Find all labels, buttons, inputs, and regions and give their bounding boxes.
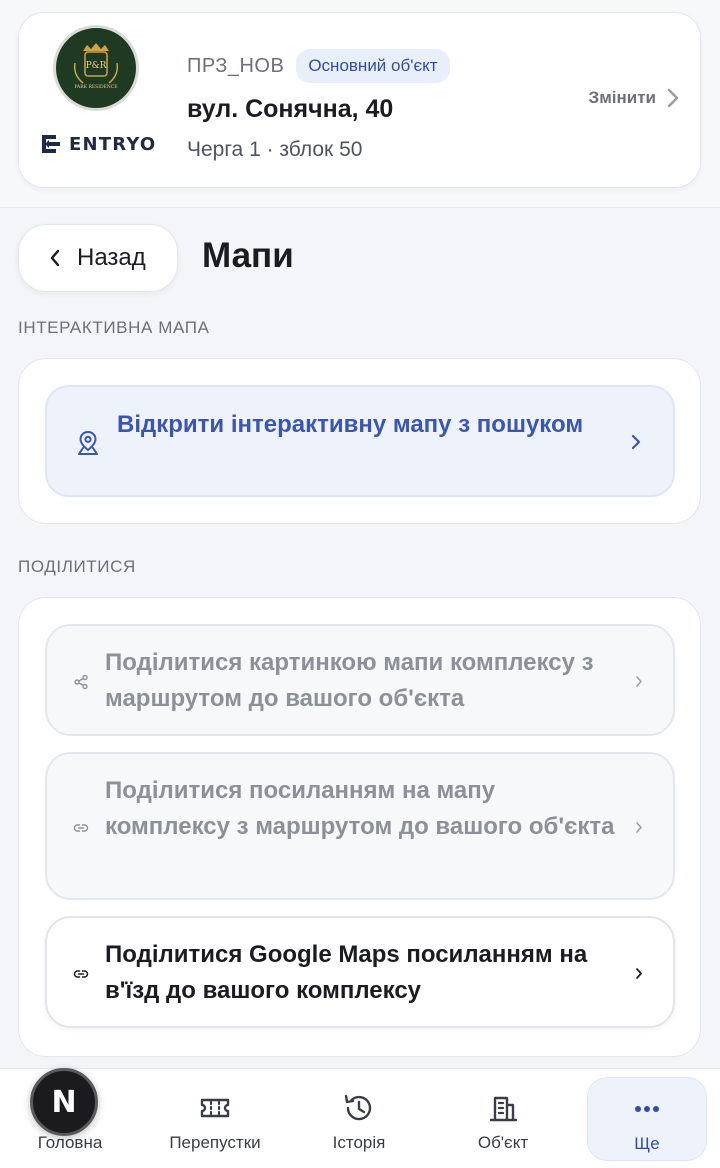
- crest-icon: P&R PARK RESIDENCE: [73, 43, 119, 90]
- chevron-right-icon: [636, 676, 642, 687]
- link-icon: [73, 970, 89, 978]
- primary-object-badge: Основний об'єкт: [296, 49, 450, 83]
- open-map-label: Відкрити інтерактивну мапу з пошуком: [117, 411, 584, 438]
- change-label: Змінити: [588, 88, 656, 107]
- nav-passes[interactable]: Перепустки: [155, 1077, 275, 1161]
- property-address: вул. Сонячна, 40: [187, 95, 394, 123]
- nav-more[interactable]: Ще: [587, 1077, 707, 1161]
- share-map-image-button[interactable]: Поділитися картинкою мапи комплексу з ма…: [45, 624, 675, 736]
- brand-name: ENTRYO: [69, 133, 157, 155]
- bottom-navigation: Головна Перепустки Історія Об'єкт Ще: [0, 1068, 720, 1168]
- property-card[interactable]: P&R PARK RESIDENCE ENTRYO ПРЗ_НОВ Основн…: [18, 12, 701, 188]
- share-item-label: Поділитися картинкою мапи комплексу з ма…: [105, 649, 594, 712]
- nav-label: Об'єкт: [477, 1133, 529, 1152]
- chevron-right-icon: [631, 434, 641, 450]
- page-title: Мапи: [202, 236, 294, 275]
- history-icon: [344, 1094, 372, 1121]
- share-section-label: ПОДІЛИТИСЯ: [18, 557, 136, 576]
- park-residence-logo: P&R PARK RESIDENCE: [53, 25, 139, 111]
- entryo-logo-icon: [42, 135, 60, 153]
- property-info: ПРЗ_НОВ Основний об'єкт вул. Сонячна, 40…: [187, 49, 450, 162]
- share-google-maps-link-button[interactable]: Поділитися Google Maps посиланням на в'ї…: [45, 916, 675, 1028]
- nav-label: Історія: [332, 1133, 386, 1152]
- nav-label: Головна: [37, 1133, 103, 1152]
- nav-history[interactable]: Історія: [299, 1077, 419, 1161]
- share-item-label: Поділитися посиланням на мапу комплексу …: [105, 777, 615, 840]
- property-details: Черга 1 · зблок 50: [187, 138, 363, 161]
- back-button[interactable]: Назад: [18, 224, 178, 292]
- entryo-brand: ENTRYO: [39, 131, 156, 157]
- chevron-right-icon: [636, 968, 642, 979]
- chevron-right-icon: [667, 88, 679, 108]
- svg-text:P&R: P&R: [86, 61, 107, 71]
- building-icon: [489, 1096, 518, 1122]
- overlay-n-label: N: [51, 1084, 77, 1120]
- share-icon: [74, 674, 88, 690]
- link-icon: [73, 824, 89, 832]
- share-item-label: Поділитися Google Maps посиланням на в'ї…: [105, 941, 588, 1004]
- interactive-map-section-label: ІНТЕРАКТИВНА МАПА: [18, 318, 210, 337]
- change-property-button[interactable]: Змінити: [589, 87, 682, 109]
- share-map-link-button[interactable]: Поділитися посиланням на мапу комплексу …: [45, 752, 675, 900]
- more-icon: [635, 1106, 659, 1112]
- svg-text:PARK RESIDENCE: PARK RESIDENCE: [74, 84, 117, 90]
- overlay-n-button[interactable]: N: [30, 1068, 98, 1136]
- share-card: Поділитися картинкою мапи комплексу з ма…: [18, 597, 701, 1057]
- open-interactive-map-button[interactable]: Відкрити інтерактивну мапу з пошуком: [45, 385, 675, 497]
- interactive-map-card: Відкрити інтерактивну мапу з пошуком: [18, 358, 701, 524]
- nav-label: Перепустки: [169, 1133, 261, 1152]
- chevron-left-icon: [50, 249, 60, 267]
- nav-label: Ще: [634, 1134, 660, 1153]
- map-pin-icon: [78, 430, 98, 455]
- chevron-right-icon: [636, 822, 642, 833]
- back-label: Назад: [77, 244, 146, 271]
- ticket-icon: [200, 1098, 230, 1118]
- property-code: ПРЗ_НОВ: [187, 54, 285, 77]
- header-area: P&R PARK RESIDENCE ENTRYO ПРЗ_НОВ Основн…: [0, 0, 720, 208]
- nav-property[interactable]: Об'єкт: [443, 1077, 563, 1161]
